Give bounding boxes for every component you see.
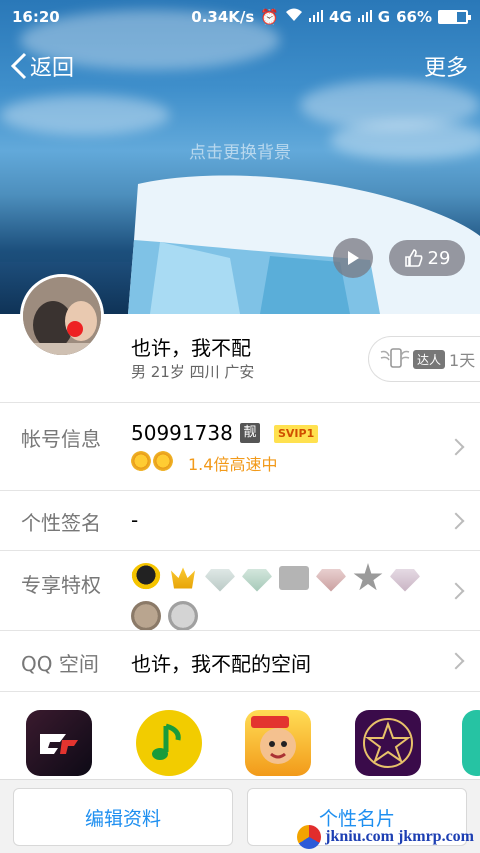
privileges-label: 专享特权 — [21, 573, 101, 597]
bottom-action-bar: 编辑资料 个性名片 jkniu.com jkmrp.com — [0, 779, 480, 853]
star-app-icon[interactable] — [355, 710, 421, 776]
lightning-badge-icon — [168, 601, 198, 631]
qq-music-app-icon[interactable] — [136, 710, 202, 776]
green-diamond-icon — [242, 569, 272, 592]
apps-row — [0, 691, 480, 779]
privileges-row[interactable]: 专享特权 — [0, 550, 480, 631]
like-button[interactable]: 29 — [389, 240, 465, 276]
profile-name: 也许，我不配 — [131, 336, 251, 360]
purple-diamond-icon — [390, 569, 420, 592]
check-badge-icon — [131, 601, 161, 631]
thumbs-up-icon — [404, 249, 423, 267]
play-button[interactable] — [333, 238, 373, 278]
svip-badge: SVIP1 — [274, 425, 319, 443]
chevron-right-icon — [447, 438, 465, 456]
back-label: 返回 — [30, 56, 75, 81]
account-info-label: 帐号信息 — [21, 427, 101, 451]
speed-text: 1.4倍高速中 — [188, 455, 278, 474]
alarm-icon: ⏰ — [260, 8, 280, 26]
signal-icon-2 — [357, 8, 372, 26]
account-number: 50991738 — [131, 421, 233, 445]
back-button[interactable]: 返回 — [10, 50, 74, 82]
like-count: 29 — [427, 247, 451, 269]
landlord-game-app-icon[interactable] — [245, 710, 311, 776]
watermark-logo-icon — [297, 825, 322, 849]
daren-badge[interactable]: 达人 1天 — [368, 336, 480, 382]
daren-days: 1天 — [449, 351, 476, 370]
chevron-left-icon — [10, 52, 27, 80]
signature-row[interactable]: 个性签名 - — [0, 490, 480, 550]
liang-badge: 靓 — [240, 423, 260, 443]
signature-value: - — [131, 508, 139, 532]
battery-icon — [438, 10, 471, 24]
crossfire-app-icon[interactable] — [26, 710, 92, 776]
status-bar: 16:20 0.34K/s ⏰ 4G G 66% — [0, 0, 480, 34]
nav-bar: 返回 更多 — [0, 44, 480, 88]
signal-icon — [309, 8, 324, 26]
star-icon — [353, 563, 383, 591]
edit-profile-button[interactable]: 编辑资料 — [13, 788, 233, 846]
qzone-row[interactable]: QQ 空间 也许，我不配的空间 — [0, 630, 480, 691]
chevron-right-icon — [447, 652, 465, 670]
diamond-icon — [205, 569, 235, 592]
privilege-icons — [131, 563, 441, 631]
account-info-row[interactable]: 帐号信息 50991738 靓 SVIP1 1.4倍高速中 — [0, 402, 480, 490]
daren-tag: 达人 — [413, 349, 446, 369]
avatar[interactable] — [20, 274, 104, 358]
signature-label: 个性签名 — [21, 511, 101, 535]
watermark: jkniu.com jkmrp.com — [297, 825, 474, 849]
sun-icon — [131, 451, 151, 471]
more-button[interactable]: 更多 — [424, 50, 468, 82]
book-icon — [279, 566, 309, 590]
partial-app-icon[interactable] — [462, 710, 480, 776]
level-suns — [131, 451, 173, 471]
battery-percent: 66% — [396, 8, 432, 26]
crown-lv-icon — [171, 567, 195, 589]
net-speed: 0.34K/s — [191, 8, 255, 26]
wifi-icon — [285, 8, 303, 26]
network-4g-label: 4G — [329, 8, 352, 26]
qq-penguin-icon — [131, 563, 161, 593]
winged-phone-icon — [380, 348, 410, 368]
profile-meta: 男 21岁 四川 广安 — [131, 363, 255, 381]
chevron-right-icon — [447, 582, 465, 600]
profile-header: 也许，我不配 男 21岁 四川 广安 达人 1天 — [0, 274, 480, 402]
network-g-label: G — [377, 8, 391, 26]
play-icon — [348, 251, 359, 265]
watermark-text: jkniu.com jkmrp.com — [325, 828, 474, 845]
chevron-right-icon — [447, 512, 465, 530]
qzone-label: QQ 空间 — [21, 652, 99, 676]
qzone-value: 也许，我不配的空间 — [131, 652, 311, 676]
status-time: 16:20 — [12, 8, 60, 26]
change-background-label[interactable]: 点击更换背景 — [0, 138, 480, 163]
sun-icon — [153, 451, 173, 471]
pink-diamond-icon — [316, 569, 346, 592]
